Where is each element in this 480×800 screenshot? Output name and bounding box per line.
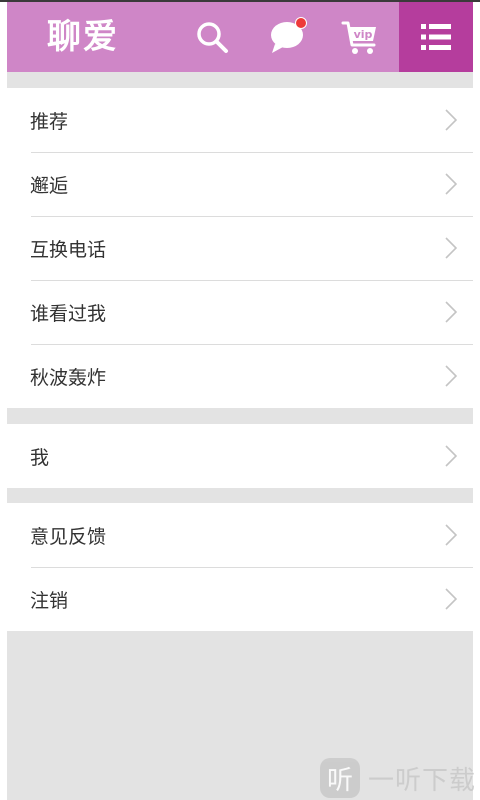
vip-button[interactable]: vip	[338, 15, 382, 59]
menu-group-me: 我	[7, 424, 473, 488]
menu-content: 推荐 邂逅 互换电话 谁看过我 秋波轰炸 我 意见反馈 注销	[7, 72, 473, 800]
vip-cart-icon: vip	[341, 21, 376, 54]
search-icon	[197, 22, 228, 53]
menu-item-label: 我	[30, 446, 50, 469]
messages-button[interactable]	[265, 15, 309, 59]
menu-item-label: 秋波轰炸	[30, 366, 107, 389]
menu-item-encounter[interactable]: 邂逅	[7, 152, 473, 216]
list-menu-icon	[421, 24, 451, 50]
menu-item-label: 互换电话	[30, 238, 107, 261]
notification-badge	[295, 17, 307, 29]
chevron-right-icon	[445, 524, 457, 546]
menu-item-label: 谁看过我	[30, 302, 107, 325]
menu-item-me[interactable]: 我	[7, 424, 473, 488]
chevron-right-icon	[445, 365, 457, 387]
menu-item-visitors[interactable]: 谁看过我	[7, 280, 473, 344]
menu-group-system: 意见反馈 注销	[7, 503, 473, 631]
chevron-right-icon	[445, 445, 457, 467]
chevron-right-icon	[445, 588, 457, 610]
svg-text:vip: vip	[354, 28, 373, 41]
chevron-right-icon	[445, 301, 457, 323]
search-button[interactable]	[190, 15, 234, 59]
app-logo: 聊爱	[47, 17, 119, 57]
menu-item-logout[interactable]: 注销	[7, 567, 473, 631]
screen: 聊爱 vip 推荐 邂逅 互换电话 谁看过我 秋波轰炸 我 意见反馈 注销 听 …	[0, 0, 480, 800]
menu-item-wink-blast[interactable]: 秋波轰炸	[7, 344, 473, 408]
menu-button[interactable]	[399, 2, 473, 72]
menu-item-feedback[interactable]: 意见反馈	[7, 503, 473, 567]
app-header: 聊爱 vip	[7, 2, 473, 72]
watermark-logo: 听	[320, 758, 360, 798]
menu-item-exchange-phone[interactable]: 互换电话	[7, 216, 473, 280]
menu-item-recommend[interactable]: 推荐	[7, 88, 473, 152]
menu-item-label: 注销	[30, 589, 69, 612]
menu-item-label: 推荐	[30, 110, 69, 133]
watermark: 听 一听下载	[320, 756, 476, 800]
menu-item-label: 邂逅	[30, 174, 69, 197]
chevron-right-icon	[445, 109, 457, 131]
menu-group-main: 推荐 邂逅 互换电话 谁看过我 秋波轰炸	[7, 88, 473, 408]
chevron-right-icon	[445, 173, 457, 195]
chevron-right-icon	[445, 237, 457, 259]
watermark-text: 一听下载	[368, 765, 477, 796]
menu-item-label: 意见反馈	[30, 525, 107, 548]
